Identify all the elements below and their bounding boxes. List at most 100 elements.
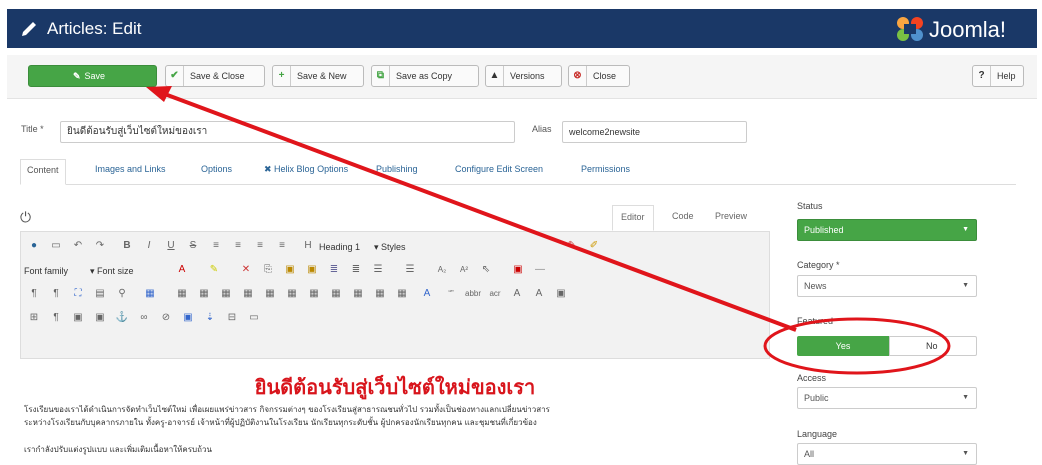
layer-icon[interactable]: ▣ <box>92 310 108 326</box>
editor: ⏻ Editor Code Preview ● ▭ ↶ ↷ B I U S ≡ … <box>20 195 770 456</box>
power-icon[interactable]: ⏻ <box>20 209 31 226</box>
print-icon[interactable]: ▤ <box>92 286 108 302</box>
col-after-icon[interactable]: ▦ <box>328 286 344 302</box>
tab-permissions[interactable]: Permissions <box>581 164 630 174</box>
table-icon[interactable]: ▦ <box>142 286 158 302</box>
template-icon[interactable]: ▣ <box>70 310 86 326</box>
align-left-icon[interactable]: ≡ <box>208 238 224 254</box>
attribs-icon[interactable]: ▣ <box>553 286 569 302</box>
paste-word-icon[interactable]: ≣ <box>326 262 342 278</box>
split-cells-icon[interactable]: ▦ <box>372 286 388 302</box>
numbered-list-icon[interactable]: ☰ <box>402 262 418 278</box>
alias-input[interactable]: welcome2newsite <box>562 121 747 143</box>
tab-helix-blog-options[interactable]: ✖ Helix Blog Options <box>264 164 348 175</box>
help-button[interactable]: ? Help <box>972 65 1024 87</box>
bold-icon[interactable]: B <box>119 238 135 254</box>
visual-aid-icon[interactable]: ⊞ <box>26 310 42 326</box>
col-before-icon[interactable]: ▦ <box>306 286 322 302</box>
font-family-select[interactable]: Font family <box>24 263 68 279</box>
tab-images-links[interactable]: Images and Links <box>95 164 166 174</box>
media-icon[interactable]: ▣ <box>510 262 526 278</box>
subscript-icon[interactable]: A₂ <box>434 262 450 278</box>
paste-icon[interactable]: ▣ <box>282 262 298 278</box>
underline-icon[interactable]: U <box>163 238 179 254</box>
readmore-icon[interactable]: ⊟ <box>224 310 240 326</box>
horizontal-rule-icon[interactable]: — <box>532 262 548 278</box>
save-button[interactable]: ✎ Save <box>28 65 157 87</box>
align-right-icon[interactable]: ≡ <box>252 238 268 254</box>
image-icon[interactable]: ▣ <box>180 310 196 326</box>
font-size-select[interactable]: ▾ Font size <box>90 263 134 279</box>
editor-tab-code[interactable]: Code <box>672 211 694 221</box>
copy-icon[interactable]: ⎘ <box>260 262 276 278</box>
save-new-button[interactable]: + Save & New <box>272 65 364 87</box>
row-props-icon[interactable]: ▦ <box>196 286 212 302</box>
justify-icon[interactable]: ≡ <box>274 238 290 254</box>
access-select[interactable]: Public ▼ <box>797 387 977 409</box>
heading-select[interactable]: Heading 1 <box>319 239 360 255</box>
italic-icon[interactable]: I <box>141 238 157 254</box>
tab-content[interactable]: Content <box>20 159 66 185</box>
row-after-icon[interactable]: ▦ <box>262 286 278 302</box>
help-icon[interactable]: ● <box>26 238 42 254</box>
category-select[interactable]: News ▼ <box>797 275 977 297</box>
redo-icon[interactable]: ↷ <box>92 238 108 254</box>
copy-icon: ⧉ <box>372 66 390 86</box>
cell-props-icon[interactable]: ▦ <box>218 286 234 302</box>
styles-select[interactable]: ▾ Styles <box>374 239 406 255</box>
close-button[interactable]: ⊗ Close <box>568 65 630 87</box>
acronym-icon[interactable]: acr <box>487 286 503 302</box>
delete-row-icon[interactable]: ▦ <box>284 286 300 302</box>
anchor-icon[interactable]: ⚓ <box>114 310 130 326</box>
strikethrough-icon[interactable]: S <box>185 238 201 254</box>
undo-icon[interactable]: ↶ <box>70 238 86 254</box>
heading-icon[interactable]: H <box>300 238 316 254</box>
del-icon[interactable]: A <box>531 286 547 302</box>
bullet-list-icon[interactable]: ☰ <box>370 262 386 278</box>
ltr-icon[interactable]: ¶ <box>26 286 42 302</box>
paste-text-icon[interactable]: ▣ <box>304 262 320 278</box>
nonbreaking-icon[interactable]: ▭ <box>246 310 262 326</box>
language-select[interactable]: All ▼ <box>797 443 977 465</box>
search-icon[interactable]: ≣ <box>348 262 364 278</box>
versions-button[interactable]: ▲ Versions <box>485 65 562 87</box>
link-icon[interactable]: ∞ <box>136 310 152 326</box>
delete-col-icon[interactable]: ▦ <box>350 286 366 302</box>
superscript-icon[interactable]: A² <box>456 262 472 278</box>
save-copy-button[interactable]: ⧉ Save as Copy <box>371 65 479 87</box>
title-input[interactable]: ยินดีต้อนรับสู่เว็บไซต์ใหม่ของเรา <box>60 121 515 143</box>
joomla-logo: Joomla! <box>895 15 1025 43</box>
featured-yes-button[interactable]: Yes <box>797 336 889 356</box>
highlight-icon[interactable]: ✎ <box>206 262 222 278</box>
save-close-button[interactable]: ✔ Save & Close <box>165 65 265 87</box>
pagebreak-icon[interactable]: ⇣ <box>202 310 218 326</box>
editor-tab-editor[interactable]: Editor <box>612 205 654 231</box>
status-select[interactable]: Published ▼ <box>797 219 977 241</box>
align-center-icon[interactable]: ≡ <box>230 238 246 254</box>
binoculars-icon[interactable]: ⚲ <box>114 286 130 302</box>
ins-icon[interactable]: A <box>509 286 525 302</box>
dropdown-caret-icon: ▼ <box>962 282 969 289</box>
close-label: Close <box>593 71 617 81</box>
new-document-icon[interactable]: ▭ <box>48 238 64 254</box>
eraser-icon[interactable]: ✎ <box>564 238 580 254</box>
row-before-icon[interactable]: ▦ <box>240 286 256 302</box>
editor-tab-preview[interactable]: Preview <box>715 211 747 221</box>
quote-icon[interactable]: “” <box>443 286 459 302</box>
show-blocks-icon[interactable]: ¶ <box>48 310 64 326</box>
rtl-icon[interactable]: ¶ <box>48 286 64 302</box>
table-props-icon[interactable]: ▦ <box>174 286 190 302</box>
brush-icon[interactable]: ✐ <box>586 238 602 254</box>
tab-configure-edit-screen[interactable]: Configure Edit Screen <box>455 164 543 174</box>
text-color-icon[interactable]: A <box>174 262 190 278</box>
select-cursor-icon[interactable]: ⇖ <box>478 262 494 278</box>
abbr-icon[interactable]: abbr <box>465 286 481 302</box>
tab-options[interactable]: Options <box>201 164 232 174</box>
fullscreen-icon[interactable]: ⛶ <box>70 286 86 302</box>
featured-no-button[interactable]: No <box>889 336 977 356</box>
merge-cells-icon[interactable]: ▦ <box>394 286 410 302</box>
tab-publishing[interactable]: Publishing <box>376 164 418 174</box>
find-replace-icon[interactable]: A <box>419 286 435 302</box>
cut-icon[interactable]: ✕ <box>238 262 254 278</box>
unlink-icon[interactable]: ⊘ <box>158 310 174 326</box>
